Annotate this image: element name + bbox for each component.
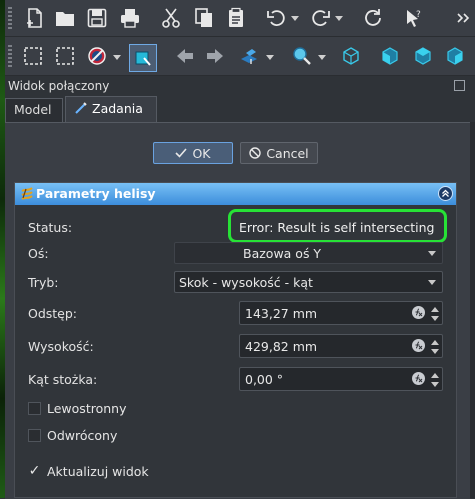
cancel-button[interactable]: Cancel — [240, 142, 318, 164]
reversed-checkbox[interactable] — [28, 429, 41, 442]
update-view-label: Aktualizuj widok — [47, 464, 149, 479]
cone-angle-value: 0,00 ° — [245, 372, 284, 387]
back-arrow-icon[interactable] — [173, 44, 197, 68]
panel-right-edge — [470, 122, 475, 498]
pitch-input[interactable]: 143,27 mm — [239, 301, 443, 325]
pitch-label: Odstęp: — [28, 306, 78, 321]
spin-down-icon[interactable] — [431, 382, 439, 387]
whats-this-icon[interactable]: ? — [401, 6, 425, 30]
tab-model-label: Model — [14, 102, 52, 117]
section-title: Parametry helisy — [36, 186, 156, 201]
isometric-icon[interactable] — [339, 44, 363, 68]
draw-style-dropdown-icon[interactable] — [113, 55, 121, 61]
undo-icon[interactable] — [265, 6, 289, 30]
box-element-select-icon[interactable] — [53, 44, 77, 68]
main-toolbar: ? — [5, 0, 475, 37]
update-view-checkbox[interactable]: ✓ — [28, 464, 41, 478]
height-input[interactable]: 429,82 mm — [239, 334, 443, 358]
mode-value: Skok - wysokość - kąt — [179, 275, 313, 290]
chevron-down-icon — [428, 251, 436, 256]
left-handed-checkbox[interactable] — [28, 402, 41, 415]
undo-dropdown-icon[interactable] — [291, 16, 299, 22]
mode-label: Tryb: — [28, 275, 59, 290]
sync-view-icon[interactable] — [237, 44, 261, 68]
tab-model[interactable]: Model — [5, 98, 63, 122]
pitch-value: 143,27 mm — [245, 306, 318, 321]
redo-icon[interactable] — [308, 6, 332, 30]
refresh-icon[interactable] — [361, 6, 385, 30]
tasks-tab-icon — [75, 102, 87, 114]
bounding-box-icon[interactable] — [129, 44, 157, 72]
axis-value: Bazowa oś Y — [243, 246, 322, 261]
checkmark-icon — [175, 148, 188, 158]
front-view-icon[interactable] — [378, 44, 402, 68]
axis-select[interactable]: Bazowa oś Y — [174, 242, 443, 264]
spin-down-icon[interactable] — [431, 349, 439, 354]
copy-icon[interactable] — [192, 6, 216, 30]
forward-arrow-icon[interactable] — [203, 44, 227, 68]
box-select-icon[interactable] — [21, 44, 45, 68]
reversed-label: Odwrócony — [47, 428, 118, 443]
status-label: Status: — [28, 220, 73, 235]
helix-icon — [21, 187, 33, 200]
view-toolbar — [5, 37, 475, 76]
zoom-dropdown-icon[interactable] — [318, 55, 326, 61]
open-folder-icon[interactable] — [53, 6, 77, 30]
collapse-icon[interactable] — [438, 186, 453, 201]
expression-icon[interactable] — [412, 306, 425, 319]
top-view-icon[interactable] — [411, 44, 435, 68]
zoom-icon[interactable] — [290, 44, 314, 68]
undock-icon[interactable] — [454, 80, 465, 91]
tab-bar: Model Zadania — [5, 96, 475, 122]
spin-up-icon[interactable] — [431, 373, 439, 378]
cancel-label: Cancel — [266, 145, 309, 161]
svg-text:?: ? — [416, 10, 421, 20]
panel-header: Widok połączony — [5, 76, 475, 96]
mode-select[interactable]: Skok - wysokość - kąt — [174, 271, 443, 293]
tab-tasks[interactable]: Zadania — [65, 96, 157, 122]
height-label: Wysokość: — [28, 339, 94, 354]
paste-icon[interactable] — [224, 6, 248, 30]
chevron-down-icon — [428, 280, 436, 285]
cone-angle-input[interactable]: 0,00 ° — [239, 367, 443, 391]
axis-label: Oś: — [28, 246, 49, 261]
panel-title: Widok połączony — [8, 79, 110, 93]
sync-view-dropdown-icon[interactable] — [266, 55, 274, 61]
ok-label: OK — [192, 145, 211, 161]
height-value: 429,82 mm — [245, 339, 318, 354]
tab-tasks-label: Zadania — [92, 101, 143, 116]
ok-button[interactable]: OK — [153, 142, 233, 164]
toolbar-grip[interactable] — [8, 7, 12, 29]
toolbar-grip[interactable] — [8, 45, 12, 67]
spin-up-icon[interactable] — [431, 307, 439, 312]
cut-icon[interactable] — [159, 6, 183, 30]
spin-up-icon[interactable] — [431, 340, 439, 345]
draw-style-icon[interactable] — [85, 44, 109, 68]
spin-down-icon[interactable] — [431, 316, 439, 321]
right-view-icon[interactable] — [443, 44, 467, 68]
left-handed-label: Lewostronny — [47, 401, 127, 416]
print-icon[interactable] — [118, 6, 142, 30]
section-header[interactable]: Parametry helisy — [15, 183, 456, 205]
expression-icon[interactable] — [412, 372, 425, 385]
redo-dropdown-icon[interactable] — [335, 16, 343, 22]
error-highlight — [228, 209, 447, 243]
cone-angle-label: Kąt stożka: — [28, 372, 98, 387]
expression-icon[interactable] — [412, 339, 425, 352]
toolbar-overflow-icon[interactable] — [451, 6, 475, 30]
cancel-icon — [249, 147, 262, 159]
new-file-icon[interactable] — [23, 6, 47, 30]
save-icon[interactable] — [85, 6, 109, 30]
